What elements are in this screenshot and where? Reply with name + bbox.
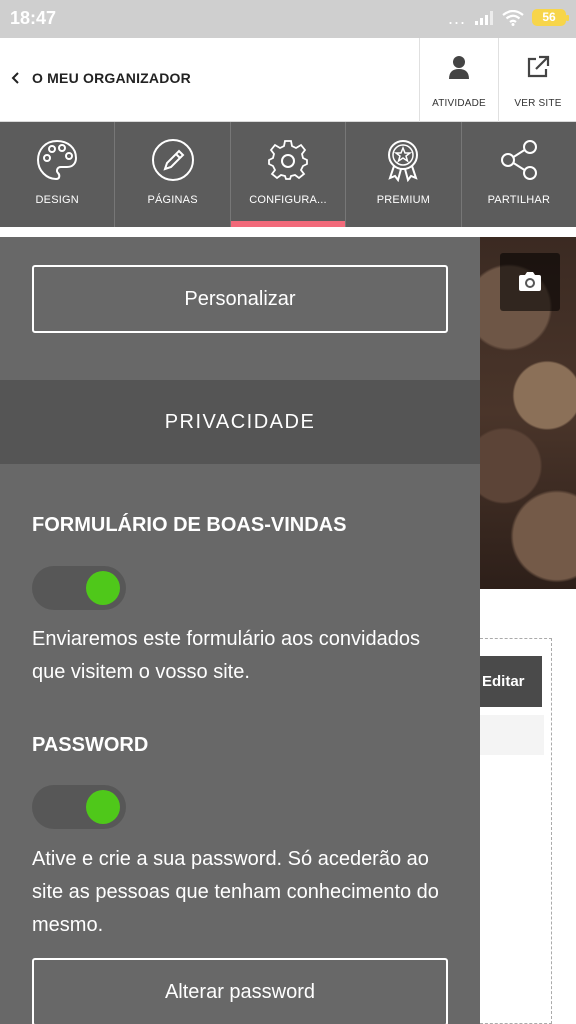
change-photo-button[interactable] [500, 253, 560, 311]
tab-pages[interactable]: PÁGINAS [115, 122, 231, 227]
welcome-form-toggle[interactable] [32, 566, 126, 610]
tab-settings-label: CONFIGURA... [249, 194, 327, 206]
palette-icon [37, 139, 78, 181]
edit-button[interactable]: Editar [480, 656, 542, 707]
tab-premium-label: PREMIUM [376, 194, 431, 206]
status-time: 18:47 [10, 8, 57, 28]
tab-design[interactable]: DESIGN [0, 122, 116, 227]
tab-bar: DESIGN PÁGINAS CONFIGURA... PREMIUM PART… [0, 122, 576, 227]
page-title: O MEU ORGANIZADOR [32, 70, 191, 86]
activity-button[interactable]: ATIVIDADE [419, 38, 498, 122]
password-toggle[interactable] [32, 785, 126, 829]
site-preview: Editar [480, 227, 576, 1024]
pencil-icon [151, 139, 194, 181]
change-password-button[interactable]: Alterar password [32, 958, 448, 1024]
privacy-section-title: PRIVACIDADE [0, 380, 480, 464]
camera-icon [519, 272, 541, 291]
app-header: O MEU ORGANIZADOR ATIVIDADE VER SITE [0, 38, 576, 122]
activity-label: ATIVIDADE [432, 98, 486, 109]
status-icons: ... 56 [447, 7, 569, 28]
toggle-knob [86, 790, 120, 824]
tab-pages-label: PÁGINAS [147, 194, 198, 206]
view-site-button[interactable]: VER SITE [498, 38, 576, 122]
welcome-form-heading: FORMULÁRIO DE BOAS-VINDAS [32, 514, 347, 536]
battery-icon: 56 [532, 9, 569, 26]
award-icon [388, 140, 419, 182]
chevron-left-icon[interactable] [6, 66, 26, 90]
tab-design-label: DESIGN [35, 194, 79, 206]
content-placeholder [480, 715, 544, 755]
toggle-knob [86, 571, 120, 605]
welcome-form-description: Enviaremos este formulário aos convidado… [32, 628, 420, 683]
share-icon [500, 140, 537, 180]
signal-icon [475, 10, 493, 25]
personalize-button[interactable]: Personalizar [32, 265, 448, 333]
status-dots: ... [447, 7, 466, 28]
external-link-icon [527, 55, 550, 78]
tab-settings[interactable]: CONFIGURA... [230, 122, 347, 227]
settings-panel: Personalizar PRIVACIDADE FORMULÁRIO DE B… [0, 237, 480, 1024]
tab-premium[interactable]: PREMIUM [346, 122, 462, 227]
status-bar: 18:47 ... 56 [0, 0, 576, 38]
cover-photo [480, 237, 576, 589]
password-description: Ative e crie a sua password. Só acederão… [32, 848, 439, 936]
wifi-icon [502, 9, 524, 26]
password-heading: PASSWORD [32, 734, 149, 756]
view-site-label: VER SITE [514, 98, 562, 109]
tab-share[interactable]: PARTILHAR [462, 122, 576, 227]
gear-icon [268, 140, 308, 180]
tab-share-label: PARTILHAR [487, 194, 551, 206]
user-icon [449, 56, 469, 79]
